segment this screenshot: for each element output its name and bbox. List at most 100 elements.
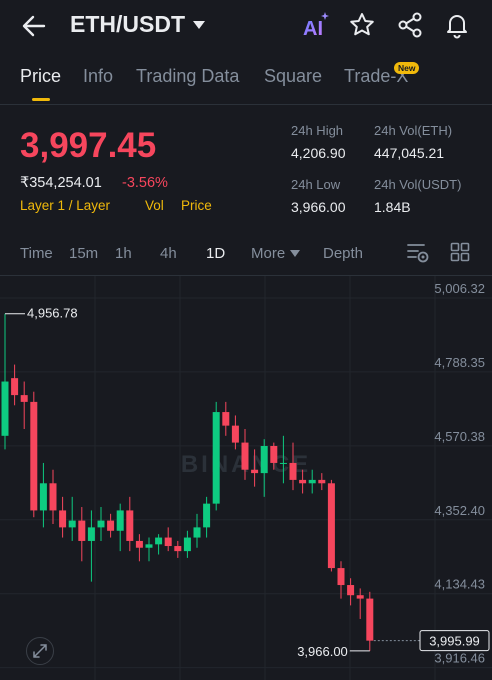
candle-body	[155, 537, 163, 545]
indicator-settings-button[interactable]	[406, 242, 430, 269]
candle-body	[183, 537, 191, 552]
candle-body	[308, 479, 316, 484]
depth-tab[interactable]: Depth	[323, 245, 363, 262]
grid-layout-icon	[450, 242, 470, 262]
candle-body	[327, 483, 335, 569]
candle-body	[11, 378, 19, 396]
tag-vol[interactable]: Vol	[145, 198, 164, 213]
candle-body	[49, 483, 57, 511]
candle-body	[241, 442, 249, 470]
stat-high-value: 4,206.90	[291, 145, 346, 161]
share-button[interactable]	[396, 11, 424, 39]
new-badge: New	[394, 62, 420, 74]
ai-label: AI	[303, 18, 323, 40]
y-axis-labels: 5,006.32 4,788.35 4,570.38 4,352.40 4,134.43…	[434, 281, 485, 666]
candle-body	[318, 479, 326, 484]
price-inr: ₹354,254.01	[20, 175, 102, 191]
interval-1h[interactable]: 1h	[115, 245, 132, 262]
candle-body	[251, 469, 259, 474]
candle-body	[222, 412, 230, 426]
tab-square[interactable]: Square	[264, 66, 322, 87]
y-tick-label: 4,134.43	[434, 577, 485, 592]
candlestick-chart[interactable]: BINANCE 5,006.324,788.354,570.384,352.40…	[0, 276, 492, 680]
low-marker-label: 3,966.00	[297, 644, 348, 659]
pair-name: ETH/USDT	[70, 11, 185, 37]
star-icon	[350, 13, 374, 36]
interval-more[interactable]: More	[251, 245, 301, 262]
stat-vol-usdt-value: 1.84B	[374, 199, 411, 215]
candle-body	[87, 527, 95, 541]
y-tick-label: 5,006.32	[434, 281, 485, 296]
candle-body	[116, 510, 124, 531]
back-arrow-icon	[22, 15, 46, 37]
stat-low-value: 3,966.00	[291, 199, 346, 215]
candle-body	[279, 462, 287, 464]
pair-selector[interactable]: ETH/USDT	[70, 11, 205, 38]
candle-body	[68, 520, 76, 528]
last-price-label: 3,995.99	[429, 634, 480, 649]
chevron-down-icon	[193, 20, 205, 29]
high-marker-label: 4,956.78	[27, 306, 78, 321]
candle-body	[59, 510, 67, 528]
candle-body	[78, 520, 86, 541]
price-markers: 4,956.78 3,966.00 3,995.99	[5, 306, 490, 659]
candle-body	[135, 540, 143, 548]
layout-button[interactable]	[450, 242, 470, 267]
ai-icon: AI	[303, 12, 329, 40]
tab-trading-data[interactable]: Trading Data	[136, 66, 239, 87]
caret-down-icon	[290, 250, 301, 257]
fullscreen-button[interactable]	[26, 637, 54, 665]
divider	[0, 104, 492, 105]
candle-body	[39, 483, 47, 511]
indicator-settings-icon	[407, 244, 429, 263]
candle-body	[270, 445, 278, 463]
candle-body	[97, 520, 105, 528]
stat-low-label: 24h Low	[291, 177, 341, 192]
ai-button[interactable]: AI	[301, 11, 329, 40]
candle-body	[231, 425, 239, 443]
y-tick-label: 4,352.40	[434, 503, 485, 518]
candle-body	[20, 395, 28, 402]
candle-body	[337, 568, 345, 586]
stat-high-label: 24h High	[291, 123, 344, 138]
interval-1d[interactable]: 1D	[206, 245, 225, 262]
candle-body	[193, 527, 201, 538]
tag-category[interactable]: Layer 1 / Layer	[20, 198, 110, 213]
interval-15m[interactable]: 15m	[69, 245, 98, 262]
interval-time[interactable]: Time	[20, 245, 53, 262]
y-tick-label: 4,788.35	[434, 355, 485, 370]
share-icon	[398, 12, 422, 38]
expand-icon	[33, 644, 47, 658]
candle-body	[289, 462, 297, 480]
price-change: -3.56%	[122, 175, 168, 191]
tag-price[interactable]: Price	[181, 198, 212, 213]
candle-body	[107, 520, 115, 531]
back-button[interactable]	[20, 12, 48, 40]
favorite-button[interactable]	[348, 11, 376, 39]
interval-4h[interactable]: 4h	[160, 245, 177, 262]
candle-body	[145, 544, 153, 548]
active-tab-indicator	[32, 98, 50, 101]
candle-body	[1, 381, 9, 436]
stat-vol-eth-label: 24h Vol(ETH)	[374, 123, 453, 138]
y-tick-label: 4,570.38	[434, 429, 485, 444]
bell-icon	[447, 15, 467, 39]
stat-vol-eth-value: 447,045.21	[374, 145, 445, 161]
tab-price[interactable]: Price	[20, 66, 61, 87]
candle-body	[174, 546, 182, 552]
candle-body	[30, 401, 38, 511]
tab-info[interactable]: Info	[83, 66, 113, 87]
stat-vol-usdt-label: 24h Vol(USDT)	[374, 177, 462, 192]
candle-body	[126, 510, 134, 541]
candle-body	[164, 537, 172, 547]
last-price: 3,997.45	[20, 126, 157, 165]
y-tick-label: 3,916.46	[434, 651, 485, 666]
candle-body	[356, 595, 364, 599]
candle-body	[260, 445, 268, 474]
candle-body	[366, 598, 374, 641]
interval-more-label: More	[251, 245, 286, 262]
candle-body	[299, 479, 307, 484]
candle-body	[347, 585, 355, 596]
notification-button[interactable]	[443, 11, 471, 39]
candle-body	[212, 412, 220, 504]
